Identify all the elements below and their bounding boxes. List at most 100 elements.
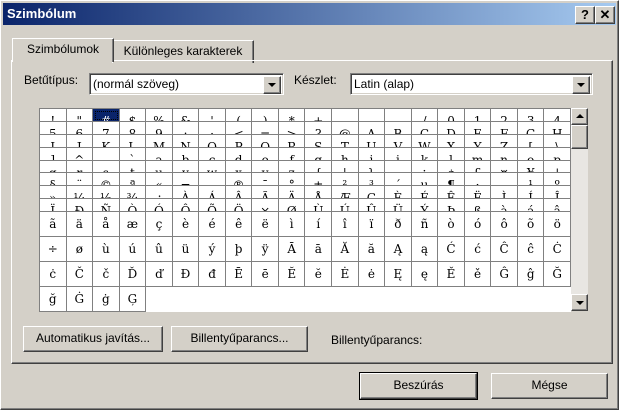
symbol-cell[interactable]: K	[93, 134, 120, 148]
symbol-cell[interactable]: c	[199, 147, 226, 161]
symbol-cell[interactable]: -	[199, 173, 226, 187]
symbol-cell[interactable]: +	[305, 109, 333, 122]
symbol-cell[interactable]: Ġ	[66, 287, 94, 312]
symbol-cell[interactable]: Ö	[225, 199, 253, 212]
scroll-thumb[interactable]	[571, 125, 588, 149]
symbol-cell[interactable]: u	[146, 160, 173, 174]
symbol-cell[interactable]: é	[199, 212, 226, 237]
symbol-cell[interactable]: j	[385, 147, 412, 161]
symbol-cell[interactable]: %	[146, 109, 173, 122]
symbol-cell[interactable]: i	[358, 147, 386, 161]
symbol-cell[interactable]: >	[278, 121, 306, 135]
symbol-cell[interactable]: Â	[225, 186, 253, 200]
symbol-cell[interactable]: Ą	[385, 237, 412, 262]
symbol-cell[interactable]: J	[66, 134, 94, 148]
symbol-cell[interactable]: I	[40, 134, 67, 148]
symbol-cell[interactable]: ¢	[438, 160, 465, 174]
symbol-cell[interactable]: Ø	[278, 199, 306, 212]
symbol-cell[interactable]: Ă	[332, 237, 359, 262]
symbol-cell[interactable]: Ĉ	[491, 237, 518, 262]
symbol-cell[interactable]: Ò	[119, 199, 147, 212]
symbol-cell[interactable]: A	[358, 121, 386, 135]
symbol-cell[interactable]: ®	[225, 173, 253, 187]
symbol-cell[interactable]: )	[252, 109, 279, 122]
symbol-cell[interactable]: L	[119, 134, 147, 148]
symbol-cell[interactable]: /	[411, 109, 439, 122]
symbol-cell[interactable]: Ì	[491, 186, 518, 200]
symbol-cell[interactable]: â	[544, 199, 571, 212]
symbol-cell[interactable]: ø	[66, 237, 94, 262]
symbol-cell[interactable]: §	[40, 173, 67, 187]
symbol-cell[interactable]: ?	[305, 121, 333, 135]
symbol-cell[interactable]: R	[278, 134, 306, 148]
symbol-cell[interactable]: Ę	[385, 262, 412, 287]
symbol-cell[interactable]: t	[119, 160, 147, 174]
symbol-cell[interactable]: µ	[411, 173, 439, 187]
symbol-cell[interactable]: «	[146, 173, 173, 187]
symbol-cell[interactable]: ¯	[252, 173, 279, 187]
symbol-cell[interactable]: f	[278, 147, 306, 161]
symbol-cell[interactable]: ²	[332, 173, 359, 187]
symbol-cell[interactable]: ÿ	[252, 237, 279, 262]
cancel-button[interactable]: Mégse	[491, 373, 608, 399]
symbol-cell[interactable]: ô	[491, 212, 518, 237]
symbol-cell[interactable]: $	[119, 109, 147, 122]
symbol-cell[interactable]: ĉ	[517, 237, 545, 262]
symbol-cell[interactable]: \	[544, 134, 571, 148]
symbol-cell[interactable]: ·	[464, 173, 492, 187]
symbol-cell[interactable]: `	[119, 147, 147, 161]
symbol-cell[interactable]: ~	[385, 160, 412, 174]
symbol-cell[interactable]: Æ	[332, 186, 359, 200]
symbol-cell[interactable]: Ô	[172, 199, 200, 212]
symbol-cell[interactable]: 8	[119, 121, 147, 135]
symbol-cell[interactable]: o	[517, 147, 545, 161]
symbol-cell[interactable]: Ü	[385, 199, 412, 212]
symbol-cell[interactable]: ¨	[66, 173, 94, 187]
symbol-cell[interactable]: þ	[225, 237, 253, 262]
title-bar[interactable]: Szimbólum ? ✕	[3, 3, 616, 25]
symbol-cell[interactable]: ą	[411, 237, 439, 262]
symbol-cell[interactable]: !	[40, 109, 67, 122]
symbol-cell[interactable]: ö	[544, 212, 571, 237]
symbol-cell[interactable]: ©	[93, 173, 120, 187]
symbol-cell[interactable]: õ	[517, 212, 545, 237]
symbol-cell[interactable]: ê	[225, 212, 253, 237]
symbol-cell[interactable]: ć	[464, 237, 492, 262]
symbol-cell[interactable]: #	[93, 109, 120, 122]
symbol-cell[interactable]: Ó	[146, 199, 173, 212]
symbol-cell[interactable]: Ý	[411, 199, 439, 212]
symbol-cell[interactable]: Ĝ	[491, 262, 518, 287]
symbol-cell[interactable]: H	[544, 121, 571, 135]
symbol-cell[interactable]: Đ	[172, 262, 200, 287]
symbol-cell[interactable]: e	[252, 147, 279, 161]
symbol-cell[interactable]: y	[252, 160, 279, 174]
symbol-cell[interactable]: »	[40, 186, 67, 200]
symbol-cell[interactable]: s	[93, 160, 120, 174]
shortcut-key-button[interactable]: Billentyűparancs...	[171, 326, 308, 352]
symbol-cell[interactable]: w	[199, 160, 226, 174]
symbol-cell[interactable]: Ã	[252, 186, 279, 200]
symbol-cell[interactable]: ª	[119, 173, 147, 187]
symbol-cell[interactable]: č	[93, 262, 120, 287]
symbol-cell[interactable]: M	[146, 134, 173, 148]
symbol-cell[interactable]: ð	[385, 212, 412, 237]
symbol-cell[interactable]: ¬	[172, 173, 200, 187]
symbol-cell[interactable]: Ě	[438, 262, 465, 287]
symbol-cell[interactable]: Á	[199, 186, 226, 200]
symbol-cell[interactable]: X	[438, 134, 465, 148]
symbol-cell[interactable]: Č	[66, 262, 94, 287]
symbol-cell[interactable]: ×	[252, 199, 279, 212]
symbol-cell[interactable]: F	[491, 121, 518, 135]
symbol-cell[interactable]: l	[438, 147, 465, 161]
symbol-cell[interactable]: ă	[358, 237, 386, 262]
symbol-cell[interactable]: {	[305, 160, 333, 174]
symbol-cell[interactable]: B	[385, 121, 412, 135]
symbol-cell[interactable]: ß	[464, 199, 492, 212]
symbol-cell[interactable]: 9	[146, 121, 173, 135]
symbol-cell[interactable]: º	[544, 173, 571, 187]
symbol-cell[interactable]: Ñ	[93, 199, 120, 212]
symbol-cell[interactable]: Ė	[332, 262, 359, 287]
symbol-cell[interactable]: ]	[40, 147, 67, 161]
symbol-cell[interactable]: ġ	[93, 287, 120, 312]
symbol-cell[interactable]: ¼	[66, 186, 94, 200]
